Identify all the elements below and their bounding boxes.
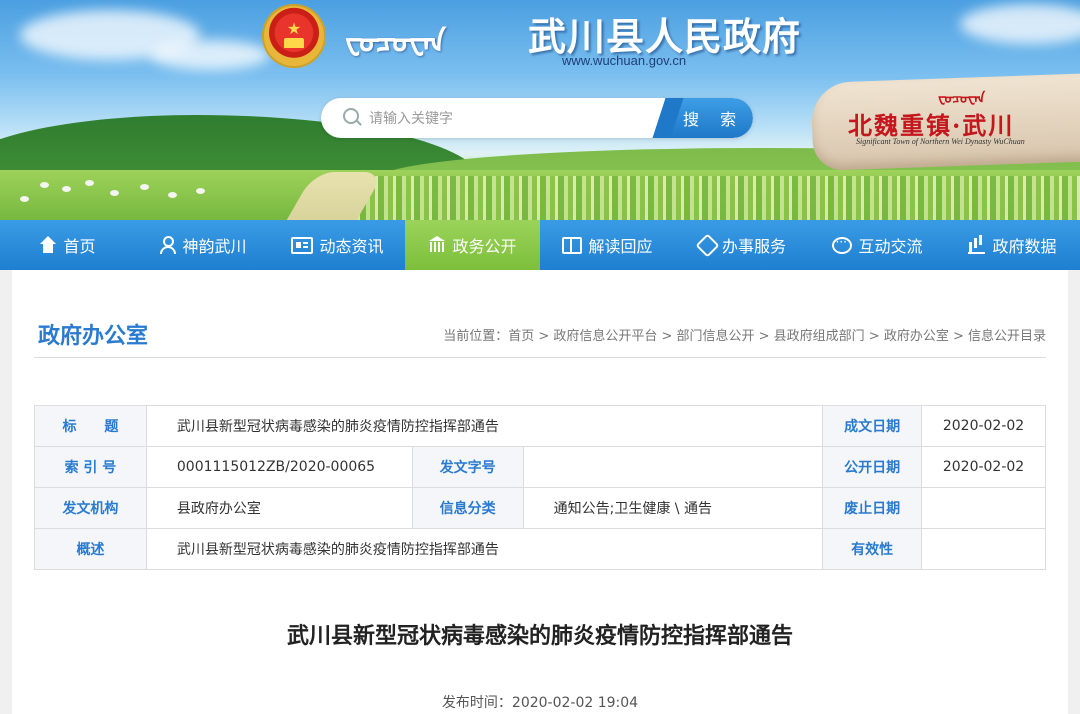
search-input[interactable]: [367, 98, 671, 138]
book-icon: [562, 236, 583, 254]
mongolian-title: ᠸᠤᠴᠤᠸᠠᠨ: [345, 25, 446, 60]
nav-label: 神韵武川: [182, 237, 247, 256]
article-title: 武川县新型冠状病毒感染的肺炎疫情防控指挥部通告: [286, 624, 793, 649]
table-row: 概述 武川县新型冠状病毒感染的肺炎疫情防控指挥部通告 有效性: [34, 528, 1046, 570]
summary-label: 概述: [34, 528, 147, 570]
issuer-label: 发文机构: [34, 487, 147, 529]
bar-chart-icon: [968, 236, 986, 254]
expiry-label: 废止日期: [822, 487, 923, 529]
nav-label: 办事服务: [721, 237, 786, 256]
expiry-value: [921, 487, 1046, 529]
publish-date-value: 2020-02-02: [921, 446, 1046, 488]
government-icon: [428, 236, 446, 254]
validity-value: [921, 528, 1046, 570]
validity-label: 有效性: [822, 528, 923, 570]
sheep: [140, 184, 149, 190]
nav-item-home[interactable]: 首页: [0, 220, 135, 270]
sheep: [20, 196, 29, 202]
handshake-icon: [695, 232, 720, 258]
rock-mongolian-text: ᠸᠤᠴᠤᠸᠠᠨ: [938, 91, 986, 107]
index-label: 索 引 号: [34, 446, 147, 488]
table-row: 索 引 号 0001115012ZB/2020-00065 发文字号 公开日期 …: [34, 446, 1046, 488]
nav-label: 政务公开: [452, 237, 517, 256]
site-url: www.wuchuan.gov.cn: [562, 53, 687, 68]
search-button[interactable]: 搜 索: [667, 98, 753, 138]
flower-field: [330, 176, 1080, 220]
national-emblem-icon: ★: [262, 4, 326, 68]
nav-label: 政府数据: [992, 237, 1057, 256]
breadcrumb[interactable]: 当前位置：首页 > 政府信息公开平台 > 部门信息公开 > 县政府组成部门 > …: [443, 325, 1046, 344]
nav-label: 动态资讯: [319, 237, 384, 256]
nav-label: 互动交流: [858, 237, 923, 256]
summary-value: 武川县新型冠状病毒感染的肺炎疫情防控指挥部通告: [145, 528, 824, 570]
header-banner: ★ ᠸᠤᠴᠤᠸᠠᠨ 武川县人民政府 www.wuchuan.gov.cn 搜 索…: [0, 0, 1080, 220]
cloud: [150, 40, 270, 70]
main-nav: 首页 神韵武川 动态资讯 政务公开 解读回应 办事服务 互动交流 政府数据: [0, 220, 1080, 270]
table-row: 标 题 武川县新型冠状病毒感染的肺炎疫情防控指挥部通告 成文日期 2020-02…: [34, 405, 1046, 447]
divider: [34, 357, 1046, 358]
category-value: 通知公告;卫生健康 \ 通告: [522, 487, 824, 529]
sheep: [85, 180, 94, 186]
doc-number-label: 发文字号: [411, 446, 524, 488]
news-icon: [291, 236, 314, 254]
title-label: 标 题: [34, 405, 147, 447]
table-row: 发文机构 县政府办公室 信息分类 通知公告;卫生健康 \ 通告 废止日期: [34, 487, 1046, 529]
document-meta-table: 标 题 武川县新型冠状病毒感染的肺炎疫情防控指挥部通告 成文日期 2020-02…: [34, 405, 1046, 570]
index-value: 0001115012ZB/2020-00065: [145, 446, 413, 488]
created-date-label: 成文日期: [822, 405, 923, 447]
sheep: [110, 190, 119, 196]
nav-item-services[interactable]: 办事服务: [675, 220, 810, 270]
sheep: [196, 188, 205, 194]
rock-title: 北魏重镇·武川: [848, 111, 1015, 140]
search-icon: [343, 108, 359, 124]
sheep: [40, 182, 49, 188]
title-value: 武川县新型冠状病毒感染的肺炎疫情防控指挥部通告: [145, 405, 824, 447]
cloud: [960, 4, 1080, 44]
nav-item-charm[interactable]: 神韵武川: [135, 220, 270, 270]
section-title: 政府办公室: [38, 324, 149, 349]
sheep: [62, 186, 71, 192]
category-label: 信息分类: [411, 487, 524, 529]
issuer-value: 县政府办公室: [145, 487, 413, 529]
publish-date-label: 公开日期: [822, 446, 923, 488]
created-date-value: 2020-02-02: [921, 405, 1046, 447]
nav-item-news[interactable]: 动态资讯: [270, 220, 405, 270]
home-icon: [39, 236, 57, 254]
nav-item-interpretation[interactable]: 解读回应: [540, 220, 675, 270]
publish-time: 发布时间：2020-02-02 19:04: [441, 695, 639, 711]
person-icon: [158, 236, 177, 254]
nav-item-gov-affairs[interactable]: 政务公开: [405, 220, 540, 270]
chat-icon: [832, 235, 853, 254]
search-box: 搜 索: [321, 98, 753, 138]
nav-item-data[interactable]: 政府数据: [945, 220, 1080, 270]
rock-subtitle: Significant Town of Northern Wei Dynasty…: [856, 137, 1025, 146]
nav-item-interaction[interactable]: 互动交流: [810, 220, 945, 270]
nav-label: 解读回应: [588, 237, 653, 256]
nav-label: 首页: [63, 237, 96, 256]
sheep: [168, 192, 177, 198]
doc-number-value: [522, 446, 824, 488]
